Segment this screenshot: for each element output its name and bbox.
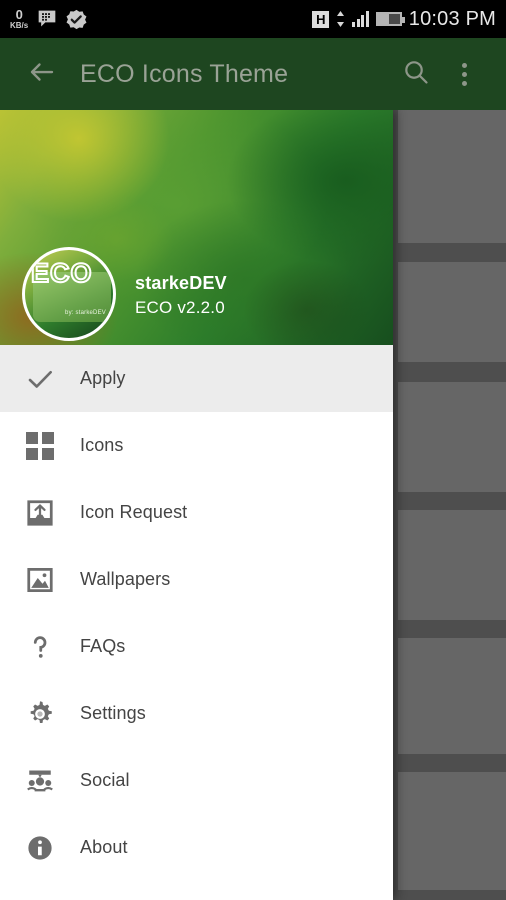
drawer-item-label: Social	[80, 770, 130, 790]
background-card	[398, 262, 506, 362]
drawer-item-wallpapers[interactable]: Wallpapers	[0, 546, 393, 613]
page-title: ECO Icons Theme	[80, 59, 289, 88]
overflow-menu-icon	[461, 62, 467, 86]
grid-icon	[22, 428, 58, 464]
drawer-menu-list: Apply Icons Icon Request Wallpapers FAQs…	[0, 345, 393, 881]
overflow-menu-button[interactable]	[440, 50, 488, 98]
check-badge-icon	[66, 9, 87, 30]
background-card	[398, 510, 506, 620]
drawer-item-label: FAQs	[80, 636, 126, 656]
drawer-item-faqs[interactable]: FAQs	[0, 613, 393, 680]
drawer-item-label: Icons	[80, 435, 124, 455]
battery-icon	[375, 12, 405, 26]
check-icon	[22, 361, 58, 397]
back-arrow-icon	[27, 57, 57, 92]
search-icon	[402, 58, 430, 91]
background-card	[398, 110, 506, 243]
network-speed-indicator: 0 KB/s	[10, 8, 28, 30]
info-circle-icon	[22, 830, 58, 866]
drawer-item-label: Wallpapers	[80, 569, 171, 589]
drawer-item-icon-request[interactable]: Icon Request	[0, 479, 393, 546]
chat-bubble-icon	[37, 9, 57, 29]
app-version: ECO v2.2.0	[135, 298, 225, 317]
avatar-logo-text: ECO	[30, 258, 93, 288]
background-card	[398, 382, 506, 492]
question-icon	[22, 629, 58, 665]
image-icon	[22, 562, 58, 598]
app-toolbar: ECO Icons Theme	[0, 38, 506, 110]
avatar-credit: by: starkeDEV	[65, 310, 106, 316]
data-updown-icon	[336, 11, 345, 27]
back-button[interactable]	[18, 50, 66, 98]
drawer-item-apply[interactable]: Apply	[0, 345, 393, 412]
drawer-item-label: Settings	[80, 703, 146, 723]
upload-box-icon	[22, 495, 58, 531]
developer-name: starkeDEV	[135, 273, 227, 293]
drawer-item-label: About	[80, 837, 128, 857]
drawer-item-label: Icon Request	[80, 502, 188, 522]
background-card	[398, 638, 506, 754]
drawer-item-label: Apply	[80, 368, 126, 388]
avatar[interactable]: ECO by: starkeDEV	[22, 247, 116, 341]
people-group-icon	[22, 763, 58, 799]
drawer-item-settings[interactable]: Settings	[0, 680, 393, 747]
signal-bars-icon	[352, 11, 369, 27]
clock: 10:03 PM	[408, 7, 496, 30]
status-bar: 0 KB/s H 10:03 PM	[0, 0, 506, 38]
gear-icon	[22, 696, 58, 732]
navigation-drawer[interactable]: ECO by: starkeDEV starkeDEV ECO v2.2.0 A…	[0, 110, 393, 900]
network-speed-unit: KB/s	[10, 21, 29, 30]
network-speed-value: 0	[15, 7, 23, 22]
drawer-header: ECO by: starkeDEV starkeDEV ECO v2.2.0	[0, 110, 393, 345]
drawer-item-about[interactable]: About	[0, 814, 393, 881]
network-type-icon: H	[312, 10, 330, 28]
search-button[interactable]	[392, 50, 440, 98]
background-card	[398, 772, 506, 890]
drawer-item-social[interactable]: Social	[0, 747, 393, 814]
phone-screen: 0 KB/s H 10:03 PM ECO Icons Theme ECO by…	[0, 0, 506, 900]
drawer-item-icons[interactable]: Icons	[0, 412, 393, 479]
